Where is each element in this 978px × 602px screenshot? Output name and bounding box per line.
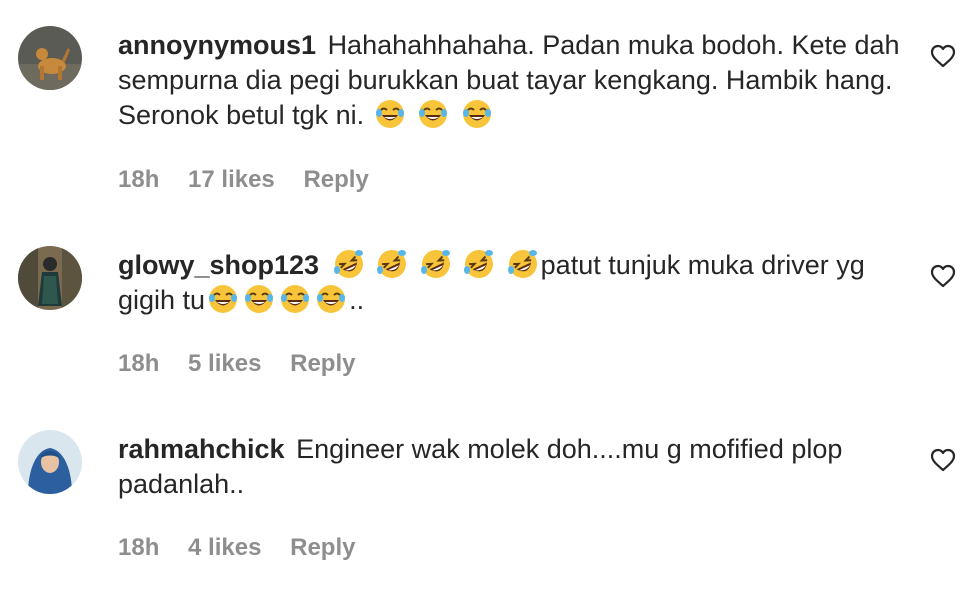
comment-body: annoynymous1 Hahahahhahaha. Padan muka b… (118, 28, 908, 133)
comment-meta: 18h 4 likes Reply (118, 534, 377, 562)
comment-username[interactable]: rahmahchick (118, 434, 285, 464)
like-count[interactable]: 5 likes (188, 350, 261, 377)
avatar[interactable] (18, 246, 82, 310)
rolling-on-floor-laughing-emoji (420, 248, 452, 280)
rolling-on-floor-laughing-emoji (507, 248, 539, 280)
comment-username[interactable]: glowy_shop123 (118, 250, 319, 280)
avatar[interactable] (18, 26, 82, 90)
avatar[interactable] (18, 430, 82, 494)
comment-timestamp[interactable]: 18h (118, 166, 159, 193)
rolling-on-floor-laughing-emoji (376, 248, 408, 280)
comment-item: glowy_shop123 patut tunjuk muka driver y… (0, 200, 978, 400)
comment-username[interactable]: annoynymous1 (118, 30, 316, 60)
comment-meta: 18h 17 likes Reply (118, 166, 391, 194)
reply-button[interactable]: Reply (290, 350, 355, 377)
face-with-tears-of-joy-emoji (207, 283, 239, 315)
comment-suffix: .. (349, 285, 365, 315)
comment-item: annoynymous1 Hahahahhahaha. Padan muka b… (0, 0, 978, 200)
rolling-on-floor-laughing-emoji (333, 248, 365, 280)
rolling-on-floor-laughing-emoji (463, 248, 495, 280)
face-with-tears-of-joy-emoji (279, 283, 311, 315)
face-with-tears-of-joy-emoji (374, 98, 406, 130)
heart-outline-icon[interactable] (930, 448, 956, 472)
comment-timestamp[interactable]: 18h (118, 350, 159, 377)
comment-body: rahmahchick Engineer wak molek doh....mu… (118, 432, 908, 502)
face-with-tears-of-joy-emoji (315, 283, 347, 315)
reply-button[interactable]: Reply (303, 166, 368, 193)
comment-item: rahmahchick Engineer wak molek doh....mu… (0, 400, 978, 602)
face-with-tears-of-joy-emoji (417, 98, 449, 130)
comment-timestamp[interactable]: 18h (118, 534, 159, 561)
face-with-tears-of-joy-emoji (243, 283, 275, 315)
like-count[interactable]: 17 likes (188, 166, 275, 193)
face-with-tears-of-joy-emoji (461, 98, 493, 130)
comment-body: glowy_shop123 patut tunjuk muka driver y… (118, 248, 908, 318)
heart-outline-icon[interactable] (930, 264, 956, 288)
reply-button[interactable]: Reply (290, 534, 355, 561)
like-count[interactable]: 4 likes (188, 534, 261, 561)
heart-outline-icon[interactable] (930, 44, 956, 68)
comment-meta: 18h 5 likes Reply (118, 350, 377, 378)
